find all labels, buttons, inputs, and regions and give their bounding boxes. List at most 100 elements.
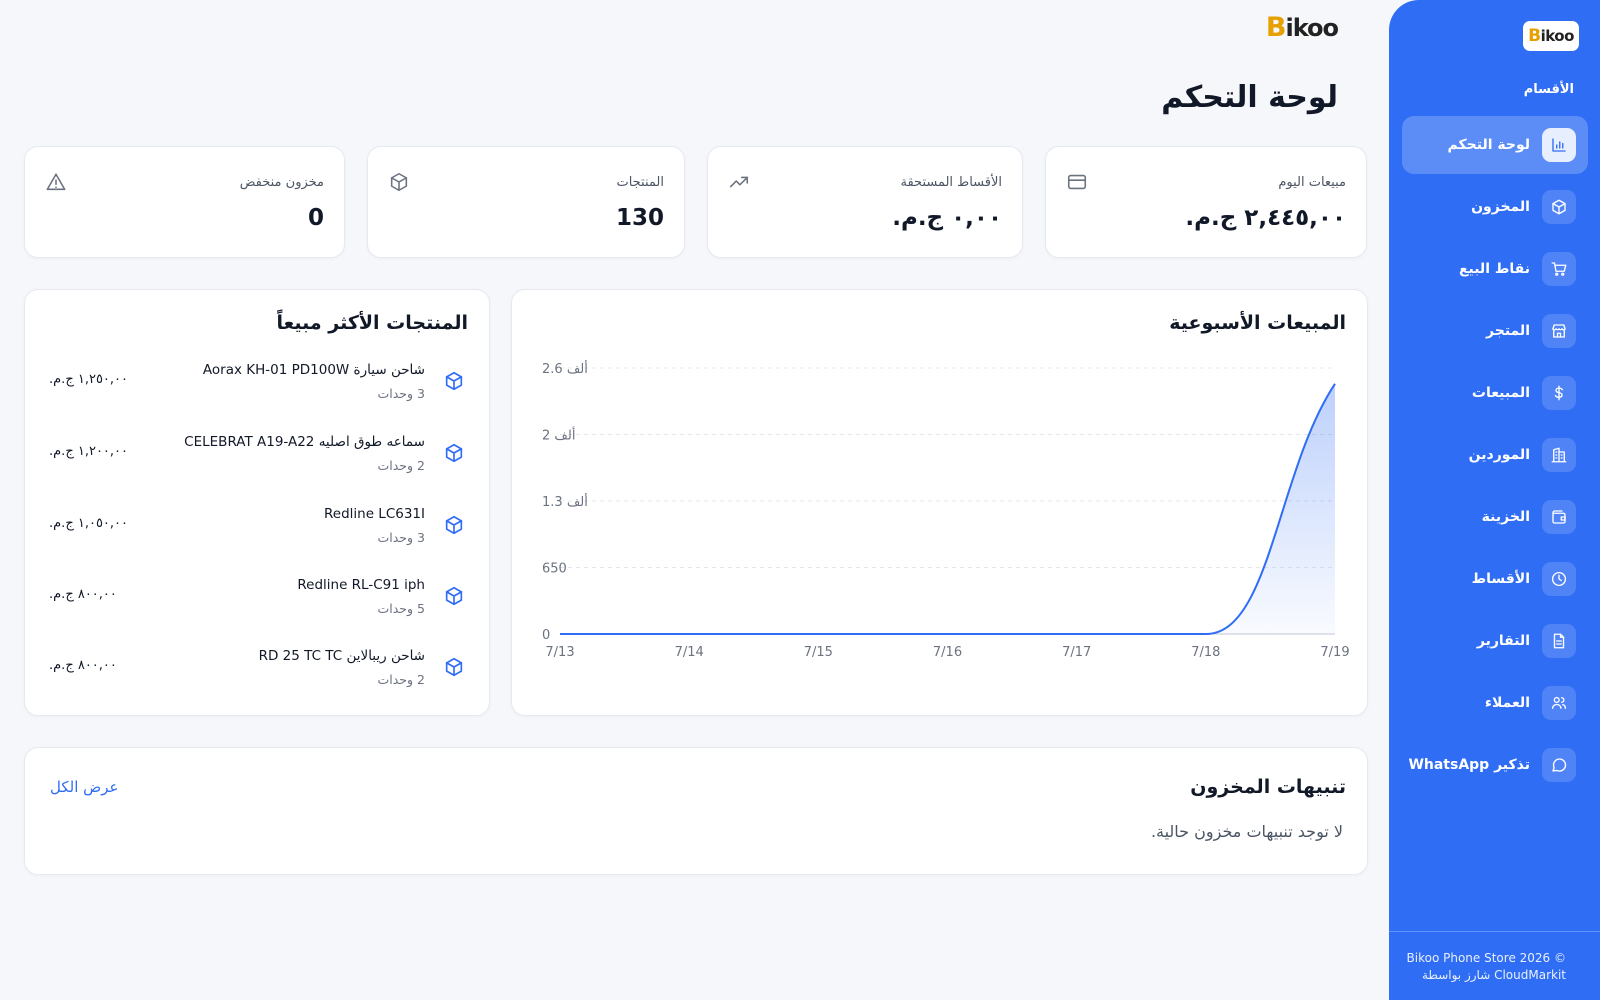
report-icon bbox=[1542, 624, 1576, 658]
logo-text: ikoo bbox=[1285, 14, 1339, 42]
sidebar-item-installments[interactable]: الأقساط bbox=[1402, 550, 1588, 608]
sidebar-item-customers[interactable]: العملاء bbox=[1402, 674, 1588, 732]
series-area bbox=[560, 383, 1335, 634]
sidebar-item-label: لوحة التحكم bbox=[1447, 137, 1530, 153]
sidebar-item-label: المبيعات bbox=[1471, 385, 1530, 401]
sidebar-item-inventory[interactable]: المخزون bbox=[1402, 178, 1588, 236]
box-icon bbox=[443, 514, 465, 536]
stat-card-due-installments: الأقساط المستحقة ٠,٠٠ ج.م. bbox=[707, 146, 1023, 258]
sidebar-section-title: الأقسام bbox=[1523, 82, 1574, 97]
stock-alerts-card: تنبيهات المخزون عرض الكل لا توجد تنبيهات… bbox=[24, 747, 1368, 875]
box-icon bbox=[388, 171, 410, 193]
box-icon bbox=[1542, 190, 1576, 224]
sidebar: Bikoo الأقسام لوحة التحكم المخزون نقاط ا… bbox=[1389, 0, 1600, 1000]
product-price: ١,٢٥٠,٠٠ ج.م. bbox=[49, 372, 129, 387]
wallet-icon bbox=[1542, 500, 1576, 534]
sidebar-item-reports[interactable]: التقارير bbox=[1402, 612, 1588, 670]
sidebar-item-label: تذكير WhatsApp bbox=[1408, 757, 1530, 773]
chat-icon bbox=[1542, 748, 1576, 782]
stat-card-today-sales: مبيعات اليوم ٢,٤٤٥,٠٠ ج.م. bbox=[1045, 146, 1367, 258]
dollar-icon bbox=[1542, 376, 1576, 410]
list-item[interactable]: شاحن ريبالاين RD 25 TC TC 2 وحدات ٨٠٠,٠٠… bbox=[25, 648, 489, 718]
chart-bar-icon bbox=[1542, 128, 1576, 162]
product-units: 3 وحدات bbox=[377, 530, 426, 545]
sidebar-footer: Bikoo Phone Store 2026 © شارز بواسطة Clo… bbox=[1407, 950, 1566, 984]
view-all-link[interactable]: عرض الكل bbox=[50, 778, 119, 796]
stock-alerts-title: تنبيهات المخزون bbox=[1190, 776, 1346, 798]
sidebar-divider bbox=[1389, 931, 1600, 932]
logo-letter: B bbox=[1265, 12, 1287, 43]
x-tick-label: 7/16 bbox=[933, 645, 962, 660]
sidebar-item-label: الموردين bbox=[1468, 447, 1530, 463]
product-name: شاحن سيارة Aorax KH-01 PD100W bbox=[202, 362, 425, 378]
x-tick-label: 7/18 bbox=[1191, 645, 1220, 660]
stat-label: المنتجات bbox=[616, 175, 664, 190]
sidebar-item-label: الخزينة bbox=[1481, 509, 1530, 525]
sidebar-item-pos[interactable]: نقاط البيع bbox=[1402, 240, 1588, 298]
stat-label: مخزون منخفض bbox=[239, 175, 324, 190]
box-icon bbox=[443, 370, 465, 392]
product-units: 5 وحدات bbox=[377, 601, 426, 616]
sidebar-item-dashboard[interactable]: لوحة التحكم bbox=[1402, 116, 1588, 174]
footer-copyright: Bikoo Phone Store 2026 © bbox=[1406, 951, 1566, 965]
sidebar-item-label: المخزون bbox=[1471, 199, 1530, 215]
product-units: 2 وحدات bbox=[377, 458, 426, 473]
stat-value: ٠,٠٠ ج.م. bbox=[892, 205, 1002, 231]
x-tick-label: 7/15 bbox=[804, 645, 833, 660]
product-price: ٨٠٠,٠٠ ج.م. bbox=[49, 658, 117, 673]
weekly-sales-chart: 0 650 1.3 ألف 2 ألف 2.6 ألف 7/13 7/14 7/15 7/16 7… bbox=[542, 360, 1350, 660]
credit-card-icon bbox=[1066, 171, 1088, 193]
y-tick-label: 2.6 ألف bbox=[542, 360, 588, 377]
product-price: ١,٢٠٠,٠٠ ج.م. bbox=[49, 444, 129, 459]
sidebar-item-label: التقارير bbox=[1476, 633, 1530, 649]
trending-up-icon bbox=[728, 171, 750, 193]
x-tick-label: 7/14 bbox=[675, 645, 704, 660]
header-logo[interactable]: Bikoo bbox=[1265, 12, 1339, 43]
page-title: لوحة التحكم bbox=[1161, 80, 1338, 115]
list-item[interactable]: سماعه طوق اصليه CELEBRAT A19-A22 2 وحدات… bbox=[25, 434, 489, 504]
stat-value: 130 bbox=[615, 205, 664, 231]
list-item[interactable]: Redline LC631I 3 وحدات ١,٠٥٠,٠٠ ج.م. bbox=[25, 506, 489, 576]
logo-letter: B bbox=[1528, 26, 1541, 46]
sidebar-item-label: العملاء bbox=[1484, 695, 1530, 711]
building-icon bbox=[1542, 438, 1576, 472]
list-item[interactable]: Redline RL-C91 iph 5 وحدات ٨٠٠,٠٠ ج.م. bbox=[25, 577, 489, 647]
stat-card-low-stock: مخزون منخفض 0 bbox=[24, 146, 345, 258]
top-products-title: المنتجات الأكثر مبيعاً bbox=[276, 312, 468, 334]
sidebar-item-whatsapp-reminder[interactable]: تذكير WhatsApp bbox=[1402, 736, 1588, 794]
product-units: 3 وحدات bbox=[377, 386, 426, 401]
sidebar-logo[interactable]: Bikoo bbox=[1523, 21, 1579, 51]
y-tick-label: 0 bbox=[542, 628, 550, 643]
x-tick-label: 7/19 bbox=[1320, 645, 1349, 660]
sidebar-item-store[interactable]: المتجر bbox=[1402, 302, 1588, 360]
sidebar-item-label: المتجر bbox=[1486, 323, 1530, 339]
sidebar-item-treasury[interactable]: الخزينة bbox=[1402, 488, 1588, 546]
logo-text: ikoo bbox=[1540, 27, 1575, 45]
weekly-sales-title: المبيعات الأسبوعية bbox=[1169, 312, 1346, 334]
y-tick-label: 1.3 ألف bbox=[542, 493, 588, 510]
x-tick-label: 7/17 bbox=[1062, 645, 1091, 660]
y-tick-label: 2 ألف bbox=[542, 427, 575, 444]
product-units: 2 وحدات bbox=[377, 672, 426, 687]
list-item[interactable]: شاحن سيارة Aorax KH-01 PD100W 3 وحدات ١,… bbox=[25, 362, 489, 432]
weekly-sales-card: 0 650 1.3 ألف 2 ألف 2.6 ألف 7/13 7/14 7/15 7/16 7… bbox=[511, 289, 1368, 716]
stock-alerts-empty-text: لا توجد تنبيهات مخزون حالية. bbox=[1150, 822, 1343, 841]
series-line bbox=[559, 383, 1336, 635]
product-name: سماعه طوق اصليه CELEBRAT A19-A22 bbox=[184, 434, 425, 450]
stat-card-products: المنتجات 130 bbox=[367, 146, 685, 258]
box-icon bbox=[443, 585, 465, 607]
clock-icon bbox=[1542, 562, 1576, 596]
product-name: Redline LC631I bbox=[324, 506, 425, 522]
sidebar-item-suppliers[interactable]: الموردين bbox=[1402, 426, 1588, 484]
product-price: ٨٠٠,٠٠ ج.م. bbox=[49, 587, 117, 602]
stat-value: 0 bbox=[307, 205, 324, 231]
footer-credit: شارز بواسطة CloudMarkit bbox=[1421, 968, 1566, 982]
box-icon bbox=[443, 442, 465, 464]
sidebar-item-sales[interactable]: المبيعات bbox=[1402, 364, 1588, 422]
stat-label: مبيعات اليوم bbox=[1278, 175, 1346, 190]
warning-icon bbox=[45, 171, 67, 193]
product-price: ١,٠٥٠,٠٠ ج.م. bbox=[49, 516, 129, 531]
stat-label: الأقساط المستحقة bbox=[900, 175, 1003, 190]
stat-value: ٢,٤٤٥,٠٠ ج.م. bbox=[1185, 205, 1346, 231]
product-name: Redline RL-C91 iph bbox=[297, 577, 425, 593]
